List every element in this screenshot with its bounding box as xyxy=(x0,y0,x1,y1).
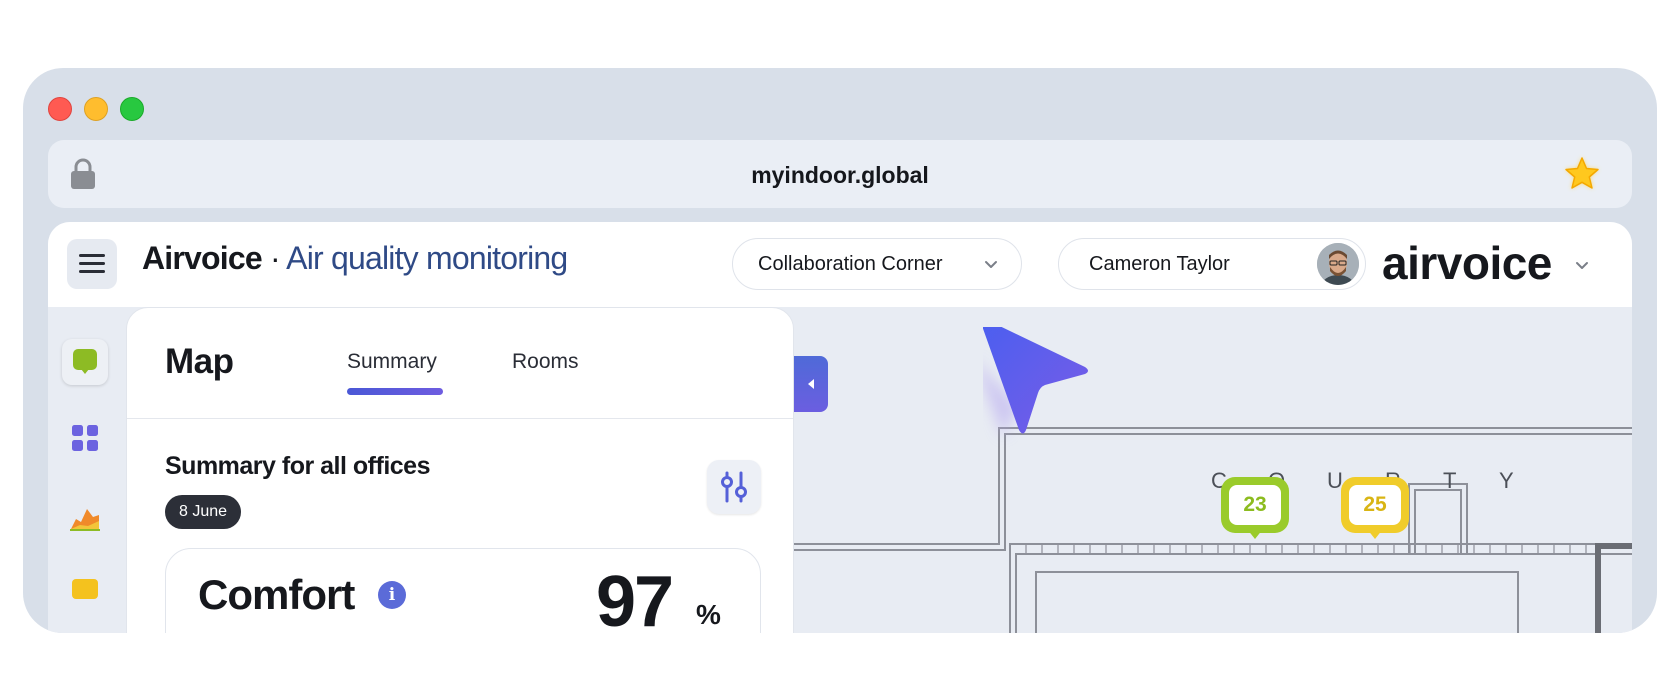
date-badge[interactable]: 8 June xyxy=(165,495,242,529)
browser-window: myindoor.global C U T Y 23 25 Airvoice ·… xyxy=(23,68,1657,633)
nav-analytics[interactable] xyxy=(62,495,108,541)
collapse-panel-button[interactable] xyxy=(794,356,828,412)
divider xyxy=(127,418,793,419)
courtyard-letter: T xyxy=(1443,468,1457,493)
chevron-down-icon[interactable] xyxy=(1574,257,1590,273)
sliders-icon xyxy=(721,471,747,503)
comfort-unit: % xyxy=(696,599,721,630)
map-pin-icon xyxy=(73,349,97,374)
app-header: Airvoice · Air quality monitoring Collab… xyxy=(48,222,1632,307)
office-selector-label: Collaboration Corner xyxy=(758,253,943,275)
minimize-window-button[interactable] xyxy=(84,97,108,121)
pin-value: 25 xyxy=(1349,485,1401,525)
menu-button[interactable] xyxy=(67,239,117,289)
comfort-value: 97 xyxy=(596,562,674,633)
map-panel: Map Summary Rooms Summary for all office… xyxy=(126,307,794,633)
info-icon[interactable]: i xyxy=(378,581,406,609)
nav-messages[interactable] xyxy=(62,569,108,615)
message-icon xyxy=(72,579,98,599)
courtyard-letter: Y xyxy=(1499,468,1514,493)
airvoice-logo: airvoice xyxy=(1382,237,1552,289)
bookmark-star-icon[interactable] xyxy=(1562,154,1602,194)
room-sensor-pin[interactable]: 25 xyxy=(1341,477,1409,539)
brand-separator: · xyxy=(269,240,281,276)
active-tab-indicator xyxy=(347,388,443,395)
side-navigation xyxy=(48,307,124,633)
chart-icon xyxy=(70,509,100,531)
brand-subtitle: Air quality monitoring xyxy=(286,240,568,276)
tab-summary[interactable]: Summary xyxy=(347,350,437,374)
close-window-button[interactable] xyxy=(48,97,72,121)
panel-title: Map xyxy=(165,342,234,381)
user-name: Cameron Taylor xyxy=(1089,253,1230,275)
pointer-cursor-icon xyxy=(983,327,1088,437)
tab-rooms[interactable]: Rooms xyxy=(512,350,579,374)
chevron-down-icon xyxy=(985,261,997,268)
url-text: myindoor.global xyxy=(751,162,929,188)
maximize-window-button[interactable] xyxy=(120,97,144,121)
avatar xyxy=(1317,243,1359,285)
room-sensor-pin[interactable]: 23 xyxy=(1221,477,1289,539)
address-bar[interactable]: myindoor.global xyxy=(48,140,1632,208)
user-menu[interactable]: Cameron Taylor xyxy=(1058,238,1366,290)
grid-icon xyxy=(72,425,98,451)
caret-left-icon xyxy=(808,379,814,389)
card-title: Comfort xyxy=(198,571,355,618)
summary-title: Summary for all offices xyxy=(165,452,430,480)
app-viewport: C O U R T Y 23 25 Airvoice · Air quality… xyxy=(48,222,1632,633)
nav-map[interactable] xyxy=(62,339,108,385)
pin-value: 23 xyxy=(1229,485,1281,525)
app-title: Airvoice · Air quality monitoring xyxy=(142,240,568,277)
comfort-card[interactable]: Comfort i 97 % xyxy=(165,548,761,633)
brand-name: Airvoice xyxy=(142,240,263,276)
nav-dashboard[interactable] xyxy=(62,415,108,461)
filter-button[interactable] xyxy=(707,460,761,514)
office-selector[interactable]: Collaboration Corner xyxy=(732,238,1022,290)
